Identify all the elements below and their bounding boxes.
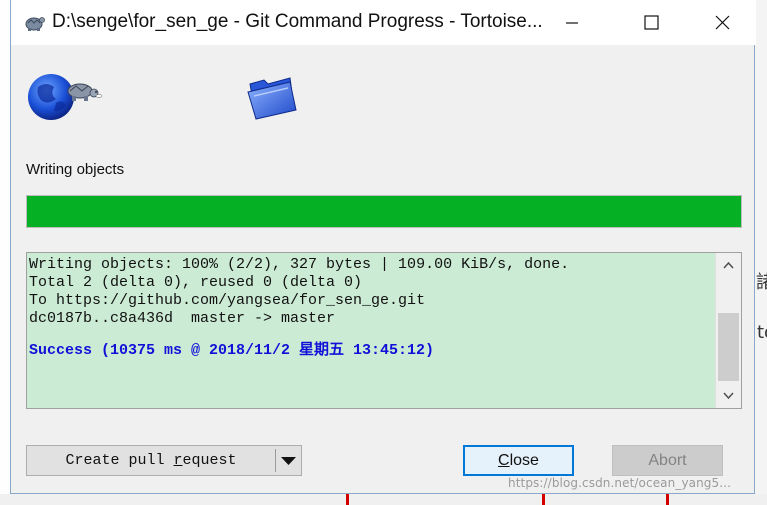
command-output-log[interactable]: Writing objects: 100% (2/2), 327 bytes |… <box>26 252 742 409</box>
minimize-icon <box>566 22 578 24</box>
log-line: Writing objects: 100% (2/2), 327 bytes |… <box>29 256 570 273</box>
maximize-button[interactable] <box>628 0 674 45</box>
background-app-edge <box>755 0 767 505</box>
log-line: To https://github.com/yangsea/for_sen_ge… <box>29 292 426 309</box>
background-text-fragment: 諸 <box>756 272 767 293</box>
operation-status-label: Writing objects <box>26 161 125 178</box>
window-title: D:\senge\for_sen_ge - Git Command Progre… <box>52 11 543 32</box>
git-progress-dialog: D:\senge\for_sen_ge - Git Command Progre… <box>10 0 756 494</box>
success-message: Success (10375 ms @ 2018/11/2 星期五 13:45:… <box>29 342 435 359</box>
close-icon <box>715 15 730 30</box>
folder-icon <box>246 74 298 120</box>
scroll-down-button[interactable] <box>716 383 741 408</box>
progress-bar <box>26 195 742 228</box>
close-window-button[interactable] <box>699 0 745 45</box>
background-red-line <box>346 494 349 505</box>
tortoisegit-icon <box>23 11 45 33</box>
log-text-area: Writing objects: 100% (2/2), 327 bytes |… <box>29 256 715 360</box>
create-pull-request-split-button[interactable]: Create pull request <box>26 445 302 476</box>
progress-bar-fill <box>27 196 741 227</box>
maximize-icon <box>644 15 659 30</box>
title-bar[interactable]: D:\senge\for_sen_ge - Git Command Progre… <box>11 0 756 45</box>
background-app-bottom <box>0 494 767 505</box>
background-red-line <box>542 494 545 505</box>
create-pull-request-button[interactable]: Create pull request <box>27 446 275 475</box>
log-line: Total 2 (delta 0), reused 0 (delta 0) <box>29 274 363 291</box>
chevron-down-icon <box>723 392 734 400</box>
chevron-up-icon <box>723 261 734 269</box>
log-scrollbar[interactable] <box>715 253 741 408</box>
watermark-text: https://blog.csdn.net/ocean_yang5... <box>508 476 731 490</box>
close-button[interactable]: Close <box>463 445 574 476</box>
abort-button[interactable]: Abort <box>612 445 723 476</box>
background-text-fragment: to <box>757 322 767 343</box>
scroll-thumb[interactable] <box>718 313 739 381</box>
dropdown-arrow-icon <box>281 457 296 465</box>
globe-turtle-icon <box>26 69 104 123</box>
scroll-up-button[interactable] <box>716 253 741 278</box>
background-red-line <box>666 494 669 505</box>
log-line: dc0187b..c8a436d master -> master <box>29 310 336 327</box>
minimize-button[interactable] <box>549 0 595 45</box>
split-dropdown-button[interactable] <box>276 446 301 475</box>
